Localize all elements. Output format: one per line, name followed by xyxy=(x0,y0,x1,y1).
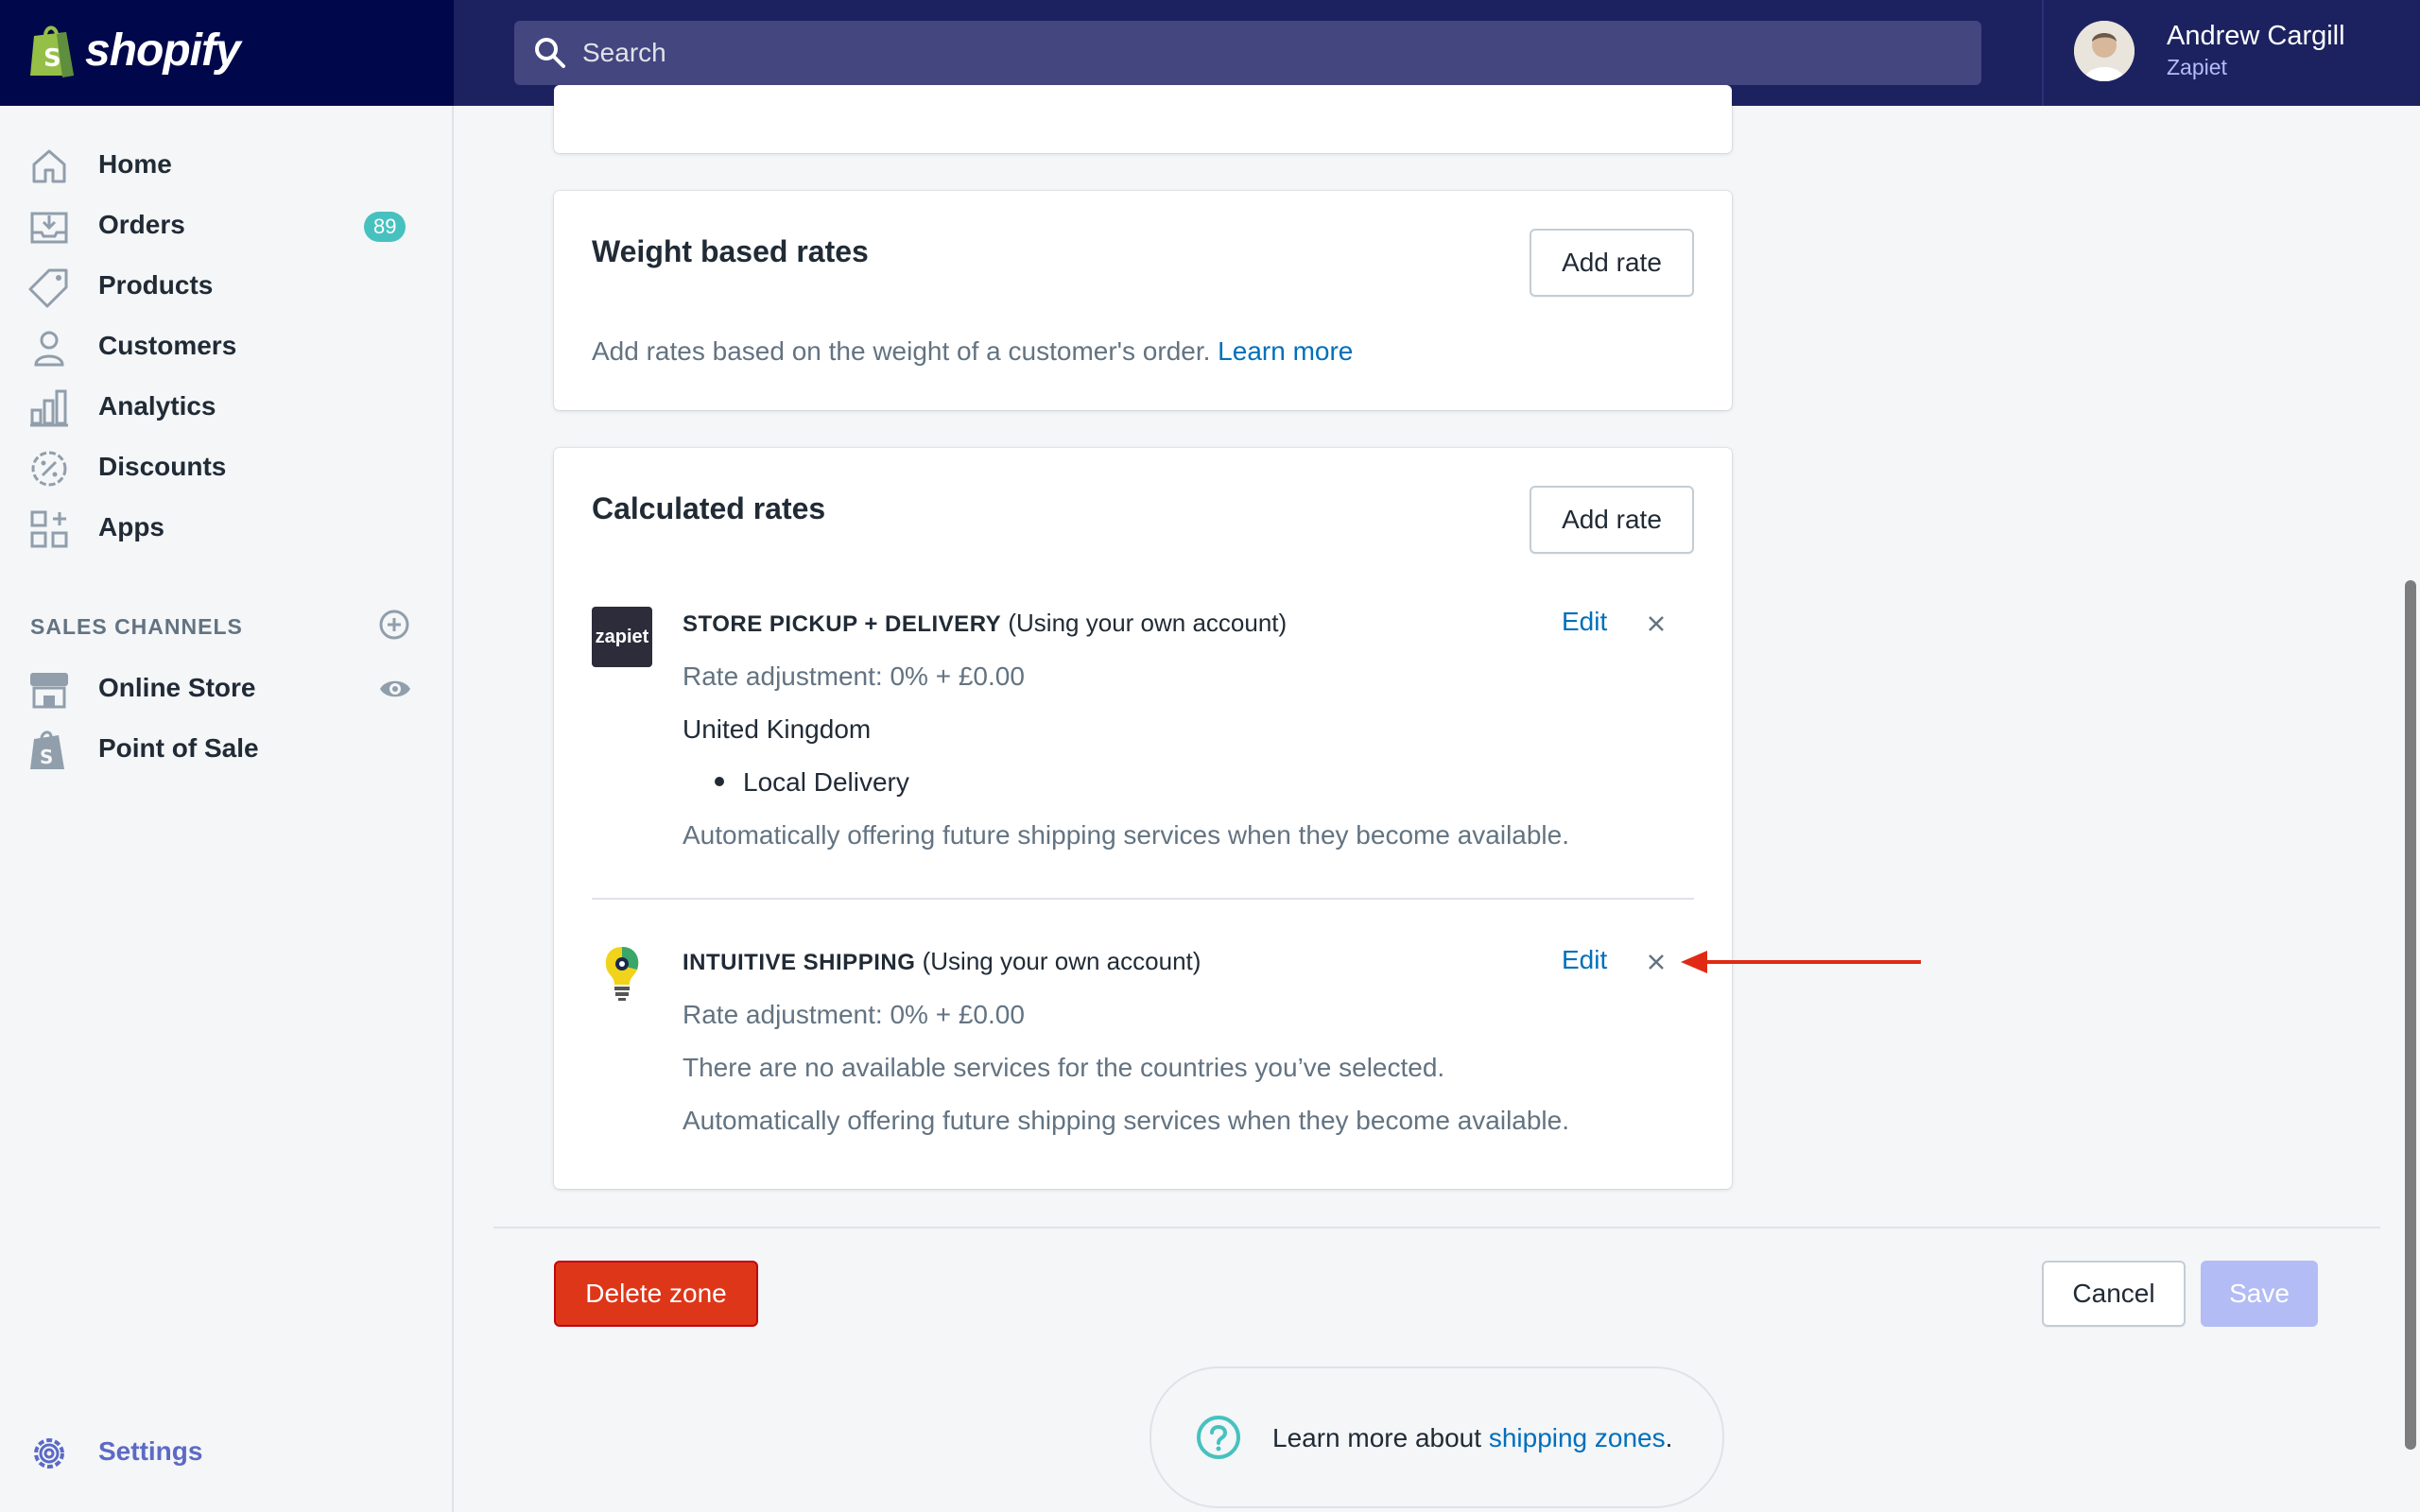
search-bar[interactable]: Search xyxy=(514,21,1981,85)
sidebar-item-analytics[interactable]: Analytics xyxy=(0,376,452,437)
previous-card-bottom xyxy=(554,85,1732,153)
discount-icon xyxy=(31,451,67,487)
user-store: Zapiet xyxy=(2167,55,2227,79)
edit-intuitive-shipping-link[interactable]: Edit xyxy=(1562,945,1607,975)
service-title: STORE PICKUP + DELIVERY xyxy=(683,611,1002,637)
orders-count-badge: 89 xyxy=(364,212,406,242)
cancel-button[interactable]: Cancel xyxy=(2042,1261,2186,1327)
service-account-note: (Using your own account) xyxy=(1008,609,1288,637)
sidebar-item-label: Settings xyxy=(98,1436,203,1466)
sidebar-item-label: Orders xyxy=(98,210,185,239)
shopify-bag-icon: S xyxy=(30,730,64,769)
help-text: Learn more about shipping zones. xyxy=(1272,1423,1672,1453)
calculated-add-rate-button[interactable]: Add rate xyxy=(1530,486,1694,554)
apps-icon xyxy=(30,510,68,548)
bullet-point xyxy=(715,777,724,786)
question-circle-icon xyxy=(1197,1416,1240,1459)
help-text-prefix: Learn more about xyxy=(1272,1423,1482,1452)
shipping-zones-link[interactable]: shipping zones xyxy=(1489,1423,1666,1452)
svg-text:S: S xyxy=(40,746,53,768)
weight-based-rates-card: Weight based rates Add rate Add rates ba… xyxy=(554,191,1732,410)
annotation-arrow-icon xyxy=(1681,951,1921,973)
sidebar-item-products[interactable]: Products xyxy=(0,255,452,316)
bar-chart-icon xyxy=(30,389,68,427)
intuitive-shipping-bulb-logo-icon xyxy=(605,947,639,1001)
user-menu[interactable]: Andrew Cargill Zapiet xyxy=(2042,0,2420,106)
sidebar-item-settings[interactable]: Settings xyxy=(0,1421,452,1482)
sidebar-item-orders[interactable]: Orders 89 xyxy=(0,195,452,255)
help-text-suffix: . xyxy=(1665,1423,1673,1452)
add-sales-channel-icon[interactable] xyxy=(378,609,410,641)
sidebar-item-label: Point of Sale xyxy=(98,733,259,763)
search-placeholder: Search xyxy=(582,38,666,67)
remove-intuitive-shipping-close-icon[interactable] xyxy=(1645,951,1668,973)
intuitive-rate-adjustment: Rate adjustment: 0% + £0.00 xyxy=(683,1000,1025,1029)
store-pickup-auto-text: Automatically offering future shipping s… xyxy=(683,820,1569,850)
gear-icon xyxy=(34,1438,64,1469)
help-footer: Learn more about shipping zones. xyxy=(1150,1366,1724,1508)
sidebar-item-label: Apps xyxy=(98,512,164,541)
service-account-note: (Using your own account) xyxy=(922,947,1201,975)
zapiet-logo-icon: zapiet xyxy=(592,607,652,667)
weight-add-rate-button[interactable]: Add rate xyxy=(1530,229,1694,297)
person-icon xyxy=(34,331,64,367)
store-icon xyxy=(30,673,68,709)
calculated-rates-title: Calculated rates xyxy=(592,491,826,525)
shopify-logo-text: shopify xyxy=(85,26,241,76)
weight-rates-title: Weight based rates xyxy=(592,234,869,268)
sidebar-item-discounts[interactable]: Discounts xyxy=(0,437,452,497)
logo-area[interactable]: S shopify xyxy=(0,0,454,106)
sidebar-item-apps[interactable]: Apps xyxy=(0,497,452,558)
sidebar-item-label: Home xyxy=(98,149,172,179)
intuitive-auto-text: Automatically offering future shipping s… xyxy=(683,1106,1569,1135)
save-button[interactable]: Save xyxy=(2201,1261,2318,1327)
store-pickup-rate-adjustment: Rate adjustment: 0% + £0.00 xyxy=(683,662,1025,691)
home-icon xyxy=(32,149,66,183)
sidebar-item-label: Customers xyxy=(98,331,237,360)
footer-divider xyxy=(493,1227,2380,1228)
sales-channels-title: SALES CHANNELS xyxy=(30,614,243,639)
intuitive-no-services-text: There are no available services for the … xyxy=(683,1053,1445,1082)
service-name-intuitive-shipping: INTUITIVE SHIPPING (Using your own accou… xyxy=(683,947,1201,976)
learn-more-link[interactable]: Learn more xyxy=(1218,336,1353,366)
shopify-bag-logo-icon: S xyxy=(30,26,74,77)
edit-store-pickup-link[interactable]: Edit xyxy=(1562,607,1607,637)
sidebar-item-home[interactable]: Home xyxy=(0,134,452,195)
eye-icon[interactable] xyxy=(378,677,412,701)
svg-text:S: S xyxy=(43,44,61,73)
sidebar: Home Orders 89 Products Customers Analyt… xyxy=(0,106,454,1512)
store-pickup-country: United Kingdom xyxy=(683,714,872,744)
sidebar-item-label: Products xyxy=(98,270,214,300)
tag-icon xyxy=(28,268,68,308)
store-pickup-service-item: Local Delivery xyxy=(743,767,909,797)
user-name: Andrew Cargill xyxy=(2167,21,2345,51)
sidebar-item-label: Online Store xyxy=(98,673,256,702)
sidebar-item-point-of-sale[interactable]: S Point of Sale xyxy=(0,718,452,779)
avatar-image-icon xyxy=(2074,21,2135,81)
weight-rates-description: Add rates based on the weight of a custo… xyxy=(592,336,1353,367)
weight-description-text: Add rates based on the weight of a custo… xyxy=(592,336,1211,366)
service-divider xyxy=(592,898,1694,900)
delete-zone-button[interactable]: Delete zone xyxy=(554,1261,758,1327)
service-name-store-pickup: STORE PICKUP + DELIVERY (Using your own … xyxy=(683,609,1287,638)
orders-icon xyxy=(30,212,68,244)
scrollbar-thumb[interactable] xyxy=(2405,580,2416,1450)
sidebar-item-label: Discounts xyxy=(98,452,227,481)
sidebar-item-customers[interactable]: Customers xyxy=(0,316,452,376)
service-title: INTUITIVE SHIPPING xyxy=(683,950,916,975)
sidebar-item-online-store[interactable]: Online Store xyxy=(0,658,452,718)
avatar xyxy=(2074,21,2135,81)
search-icon xyxy=(535,38,565,68)
sidebar-item-label: Analytics xyxy=(98,391,216,421)
remove-store-pickup-close-icon[interactable] xyxy=(1645,612,1668,635)
